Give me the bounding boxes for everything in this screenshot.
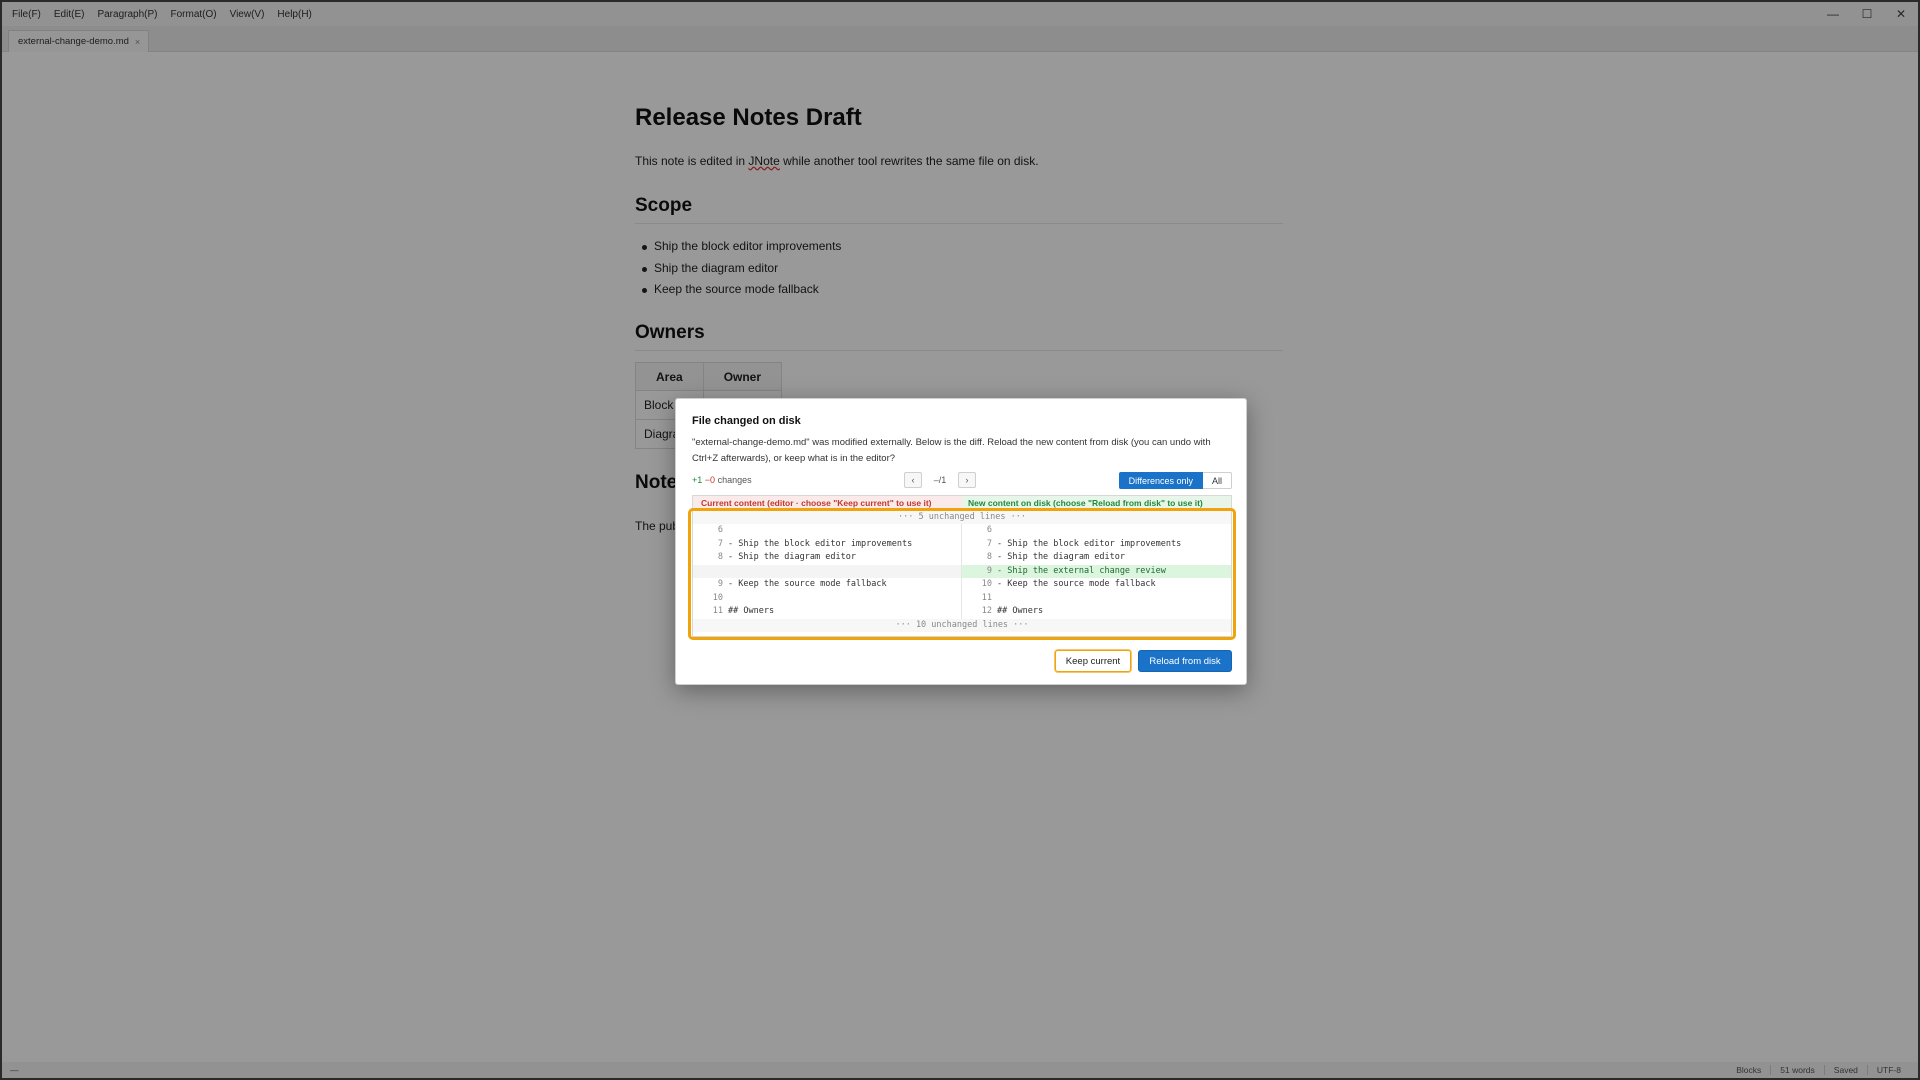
keep-current-button[interactable]: Keep current: [1055, 650, 1131, 672]
diff-row: 6 6: [693, 524, 1231, 538]
line-text: - Ship the diagram editor: [728, 552, 856, 562]
changes-label: changes: [717, 475, 752, 485]
line-text: ## Owners: [997, 606, 1044, 616]
line-number: 12: [981, 606, 992, 616]
next-change-button[interactable]: ›: [958, 472, 976, 488]
line-number: 9: [717, 579, 723, 589]
line-text: - Ship the diagram editor: [997, 552, 1125, 562]
line-text: - Ship the block editor improvements: [997, 538, 1182, 549]
line-number: 7: [717, 538, 723, 549]
line-text: - Keep the source mode fallback: [728, 579, 887, 589]
line-number: 6: [717, 525, 723, 535]
diff-view: Current content (editor · choose "Keep c…: [692, 495, 1232, 637]
diff-view-toggle: Differences only All: [1118, 472, 1232, 489]
current-content-header: Current content (editor · choose "Keep c…: [693, 496, 962, 511]
removed-count: −0: [704, 475, 716, 485]
line-number: 9: [986, 565, 992, 576]
change-navigator: ‹ –/1 ›: [904, 472, 976, 488]
diff-row: 10 11: [693, 591, 1231, 605]
diff-row: 9 - Keep the source mode fallback 10 - Kee…: [693, 578, 1231, 592]
line-number: 10: [981, 579, 992, 589]
show-all-button[interactable]: All: [1202, 472, 1232, 489]
line-number: 11: [981, 592, 992, 603]
diff-header: Current content (editor · choose "Keep c…: [693, 496, 1231, 511]
file-changed-dialog: File changed on disk "external-change-de…: [675, 398, 1247, 685]
line-text: - Keep the source mode fallback: [997, 579, 1156, 589]
diff-row: 8 - Ship the diagram editor 8 - Ship the d…: [693, 551, 1231, 565]
prev-change-button[interactable]: ‹: [904, 472, 922, 488]
line-number: 7: [986, 538, 992, 549]
dialog-title: File changed on disk: [692, 415, 801, 427]
unchanged-lines-fold-bottom[interactable]: ··· 10 unchanged lines ···: [693, 618, 1231, 632]
unchanged-lines-fold-top[interactable]: ··· 5 unchanged lines ···: [693, 511, 1231, 524]
line-number: 6: [986, 525, 992, 535]
dialog-message: "external-change-demo.md" was modified e…: [692, 437, 1211, 464]
new-content-header: New content on disk (choose "Reload from…: [962, 496, 1231, 511]
added-count: +1: [692, 475, 703, 485]
differences-only-button[interactable]: Differences only: [1118, 472, 1203, 489]
diff-row-added: 9 - Ship the external change review: [693, 564, 1231, 579]
line-text: ## Owners: [728, 606, 775, 616]
reload-from-disk-button[interactable]: Reload from disk: [1138, 650, 1232, 672]
change-counts: +1 −0 changes: [692, 475, 752, 485]
added-line-text: - Ship the external change review: [997, 565, 1166, 576]
line-text: - Ship the block editor improvements: [728, 538, 913, 549]
app-window: File(F) Edit(E) Paragraph(P) Format(O) V…: [2, 2, 1918, 1078]
diff-row: 7- Ship the block editor improvements 7-…: [693, 537, 1231, 551]
line-number: 10: [712, 592, 723, 603]
diff-row: 11 ## Owners 12 ## Owners: [693, 605, 1231, 619]
diff-toolbar: +1 −0 changes ‹ –/1 › Differences only A…: [692, 472, 1232, 490]
line-number: [693, 565, 728, 579]
line-number: 11: [712, 606, 723, 616]
line-number: 8: [717, 552, 723, 562]
line-number: 8: [986, 552, 992, 562]
change-position: –/1: [933, 475, 947, 485]
